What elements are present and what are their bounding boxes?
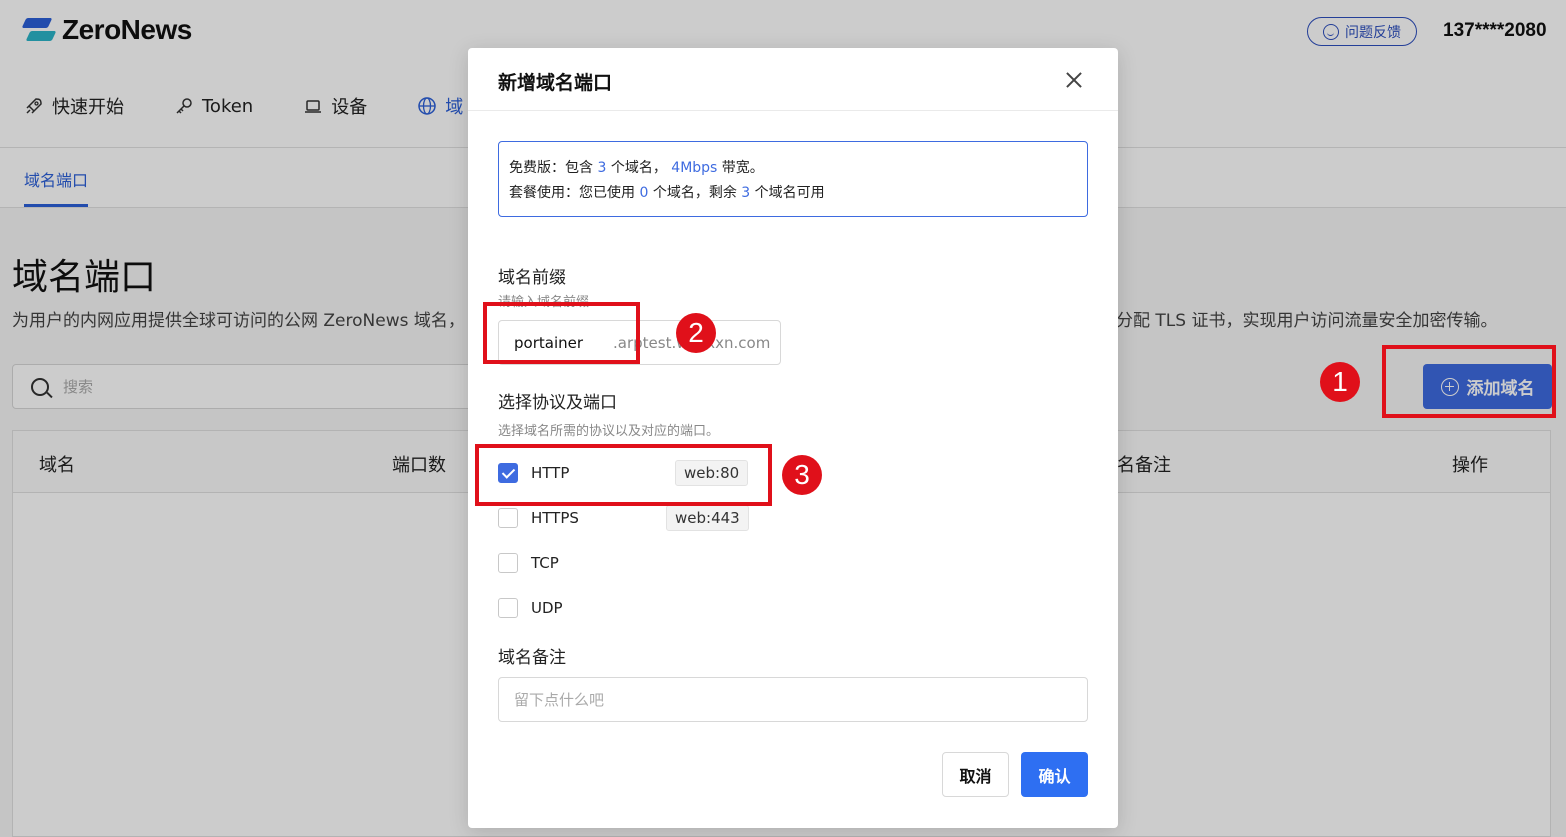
tcp-checkbox[interactable]: [498, 553, 518, 573]
plan-text: 个域名，剩余: [648, 185, 742, 201]
annotation-badge-1: 1: [1320, 362, 1360, 402]
port-tag-https[interactable]: web:443: [666, 505, 749, 531]
protocol-row-tcp: TCP: [498, 548, 778, 578]
plan-remaining-count: 3: [741, 185, 751, 201]
plan-text: 带宽。: [717, 160, 764, 176]
plan-line-2: 套餐使用：您已使用 0 个域名，剩余 3 个域名可用: [509, 181, 1077, 206]
remark-input[interactable]: [498, 677, 1088, 722]
plan-text: 套餐使用：您已使用: [509, 185, 640, 201]
protocol-hint: 选择域名所需的协议以及对应的端口。: [498, 424, 720, 439]
plan-text: 个域名可用: [750, 185, 825, 201]
udp-checkbox[interactable]: [498, 598, 518, 618]
annotation-badge-3: 3: [782, 455, 822, 495]
plan-text: 免费版：包含: [509, 160, 598, 176]
prefix-label: 域名前缀: [498, 268, 566, 288]
annotation-badge-2: 2: [676, 313, 716, 353]
annotation-box-1: [1382, 345, 1556, 418]
close-icon[interactable]: [1064, 70, 1084, 90]
annotation-box-3: [475, 444, 772, 506]
plan-text: 个域名，: [606, 160, 667, 176]
remark-label: 域名备注: [498, 648, 566, 668]
plan-line-1: 免费版：包含 3 个域名， 4Mbps 带宽。: [509, 156, 1077, 181]
https-checkbox[interactable]: [498, 508, 518, 528]
protocol-name: UDP: [531, 599, 563, 617]
cancel-button[interactable]: 取消: [942, 752, 1009, 797]
protocol-name: HTTPS: [531, 509, 579, 527]
dialog-header: 新增域名端口: [468, 48, 1118, 111]
add-domain-dialog: 新增域名端口 免费版：包含 3 个域名， 4Mbps 带宽。 套餐使用：您已使用…: [468, 48, 1118, 828]
plan-info-box: 免费版：包含 3 个域名， 4Mbps 带宽。 套餐使用：您已使用 0 个域名，…: [498, 141, 1088, 217]
protocol-name: TCP: [531, 554, 559, 572]
annotation-box-2: [483, 302, 640, 364]
plan-bandwidth: 4Mbps: [671, 160, 718, 176]
confirm-button[interactable]: 确认: [1021, 752, 1088, 797]
protocol-label: 选择协议及端口: [498, 393, 617, 413]
protocol-row-https: HTTPS web:443: [498, 503, 778, 533]
protocol-row-udp: UDP: [498, 593, 778, 623]
dialog-title: 新增域名端口: [498, 72, 613, 94]
